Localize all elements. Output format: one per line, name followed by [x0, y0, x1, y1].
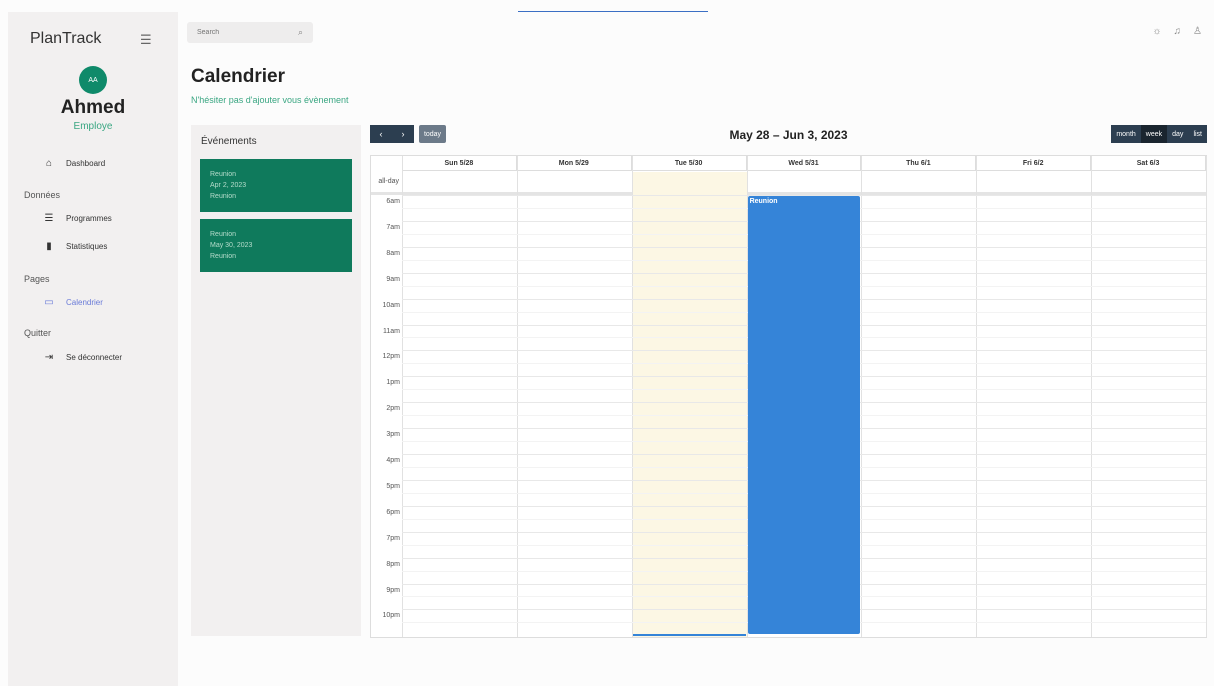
day-divider	[1206, 156, 1207, 637]
day-column-header[interactable]: Sun 5/28	[402, 156, 517, 171]
sidebar-item-dashboard[interactable]: ⌂ Dashboard	[42, 158, 105, 169]
user-name: Ahmed	[60, 97, 126, 118]
events-panel-title: Événements	[201, 136, 257, 147]
topbar-icons: ☼ ♫ ♙	[1152, 26, 1202, 37]
sidebar-item-se-deconnecter[interactable]: ⇥ Se déconnecter	[42, 352, 122, 363]
time-label: 7am	[386, 223, 400, 231]
now-indicator	[632, 634, 746, 636]
today-column	[631, 172, 747, 637]
next-button[interactable]: ›	[392, 125, 414, 143]
event-card-title: Reunion	[210, 231, 237, 238]
event-card-date: Apr 2, 2023	[210, 182, 247, 189]
today-button[interactable]: today	[419, 125, 446, 143]
time-label: 9pm	[386, 586, 400, 594]
event-card-description: Reunion	[210, 253, 237, 260]
menu-icon[interactable]: ☰	[140, 32, 152, 48]
time-label: 7pm	[386, 534, 400, 542]
event-card-date: May 30, 2023	[210, 242, 253, 249]
day-column-header[interactable]: Fri 6/2	[976, 156, 1092, 171]
sidebar-item-label: Statistiques	[66, 242, 108, 251]
allday-label: all-day	[378, 178, 399, 185]
time-label: 3pm	[386, 431, 400, 439]
event-card[interactable]: Reunion May 30, 2023 Reunion	[200, 219, 352, 272]
sidebar-item-calendrier[interactable]: ▭ Calendrier	[42, 297, 103, 308]
event-card-title: Reunion	[210, 171, 237, 178]
day-divider	[631, 156, 633, 637]
list-icon: ☰	[44, 213, 54, 224]
time-label: 2pm	[386, 405, 400, 413]
day-column-header[interactable]: Tue 5/30	[631, 156, 747, 171]
page-title: Calendrier	[191, 66, 285, 87]
events-panel: Événements Reunion Apr 2, 2023 Reunion R…	[191, 125, 361, 636]
sidebar-item-label: Calendrier	[66, 298, 103, 307]
calendar-icon: ▭	[44, 297, 54, 308]
time-label: 4pm	[386, 457, 400, 464]
bell-icon[interactable]: ♫	[1174, 26, 1182, 37]
calendar-grid: all-day Sun 5/28 Mon 5/29 Tue 5/30 Wed 5/31…	[370, 155, 1207, 638]
search-icon[interactable]: ⌕	[298, 27, 303, 38]
sidebar: PlanTrack ☰ AA Ahmed Employe ⌂ Dashboard…	[8, 12, 178, 686]
time-label: 10pm	[382, 612, 400, 620]
day-column-header[interactable]: Wed 5/31	[746, 156, 862, 171]
page-subtitle: N'hésiter pas d'ajouter vous évènement	[191, 95, 349, 105]
sidebar-item-programmes[interactable]: ☰ Programmes	[42, 213, 112, 224]
top-accent-line	[518, 11, 708, 12]
calendar: ‹ › today May 28 – Jun 3, 2023 month wee…	[370, 125, 1207, 638]
bar-chart-icon: ▮	[46, 241, 52, 252]
home-icon: ⌂	[45, 158, 53, 169]
time-label: 6pm	[386, 508, 400, 516]
time-label: 8pm	[386, 560, 400, 568]
time-label: 9am	[386, 275, 400, 283]
user-icon[interactable]: ♙	[1193, 26, 1202, 37]
time-label: 6am	[386, 198, 400, 205]
brand-name: PlanTrack	[30, 30, 102, 47]
time-label: 12pm	[382, 353, 400, 361]
view-week-button[interactable]: week	[1140, 125, 1168, 143]
sidebar-item-label: Se déconnecter	[66, 353, 123, 362]
section-title-quitter: Quitter	[24, 328, 52, 338]
search-input[interactable]	[197, 29, 277, 36]
event-card-description: Reunion	[210, 193, 237, 200]
day-divider	[861, 156, 863, 637]
logout-icon: ⇥	[44, 352, 54, 363]
sun-icon[interactable]: ☼	[1152, 26, 1161, 37]
calendar-nav: ‹ ›	[370, 125, 414, 143]
day-divider	[516, 156, 518, 637]
sidebar-item-label: Dashboard	[66, 159, 106, 168]
time-label: 1pm	[386, 379, 400, 387]
time-label: 10am	[382, 301, 400, 309]
sidebar-item-label: Programmes	[66, 214, 112, 223]
view-month-button[interactable]: month	[1111, 125, 1141, 143]
view-switcher: month week day list	[1111, 125, 1207, 143]
prev-button[interactable]: ‹	[370, 125, 392, 143]
section-title-pages: Pages	[24, 274, 50, 284]
section-title-donnees: Données	[24, 190, 61, 200]
day-divider	[976, 156, 978, 637]
calendar-event[interactable]: Reunion	[747, 196, 861, 634]
day-column-header[interactable]: Mon 5/29	[516, 156, 632, 171]
sidebar-item-statistiques[interactable]: ▮ Statistiques	[42, 241, 107, 252]
view-day-button[interactable]: day	[1167, 125, 1189, 143]
time-label: 11am	[383, 327, 400, 335]
day-divider	[402, 156, 403, 637]
day-column-header[interactable]: Sat 6/3	[1091, 156, 1206, 171]
avatar[interactable]: AA	[79, 66, 107, 94]
view-list-button[interactable]: list	[1188, 125, 1207, 143]
calendar-title: May 28 – Jun 3, 2023	[729, 128, 848, 142]
event-card[interactable]: Reunion Apr 2, 2023 Reunion	[200, 159, 352, 212]
day-divider	[1091, 156, 1093, 637]
search-bar[interactable]: ⌕	[187, 22, 313, 43]
day-column-header[interactable]: Thu 6/1	[861, 156, 977, 171]
user-role: Employe	[73, 121, 113, 132]
time-label: 5pm	[386, 482, 400, 490]
time-label: 8am	[386, 249, 400, 257]
